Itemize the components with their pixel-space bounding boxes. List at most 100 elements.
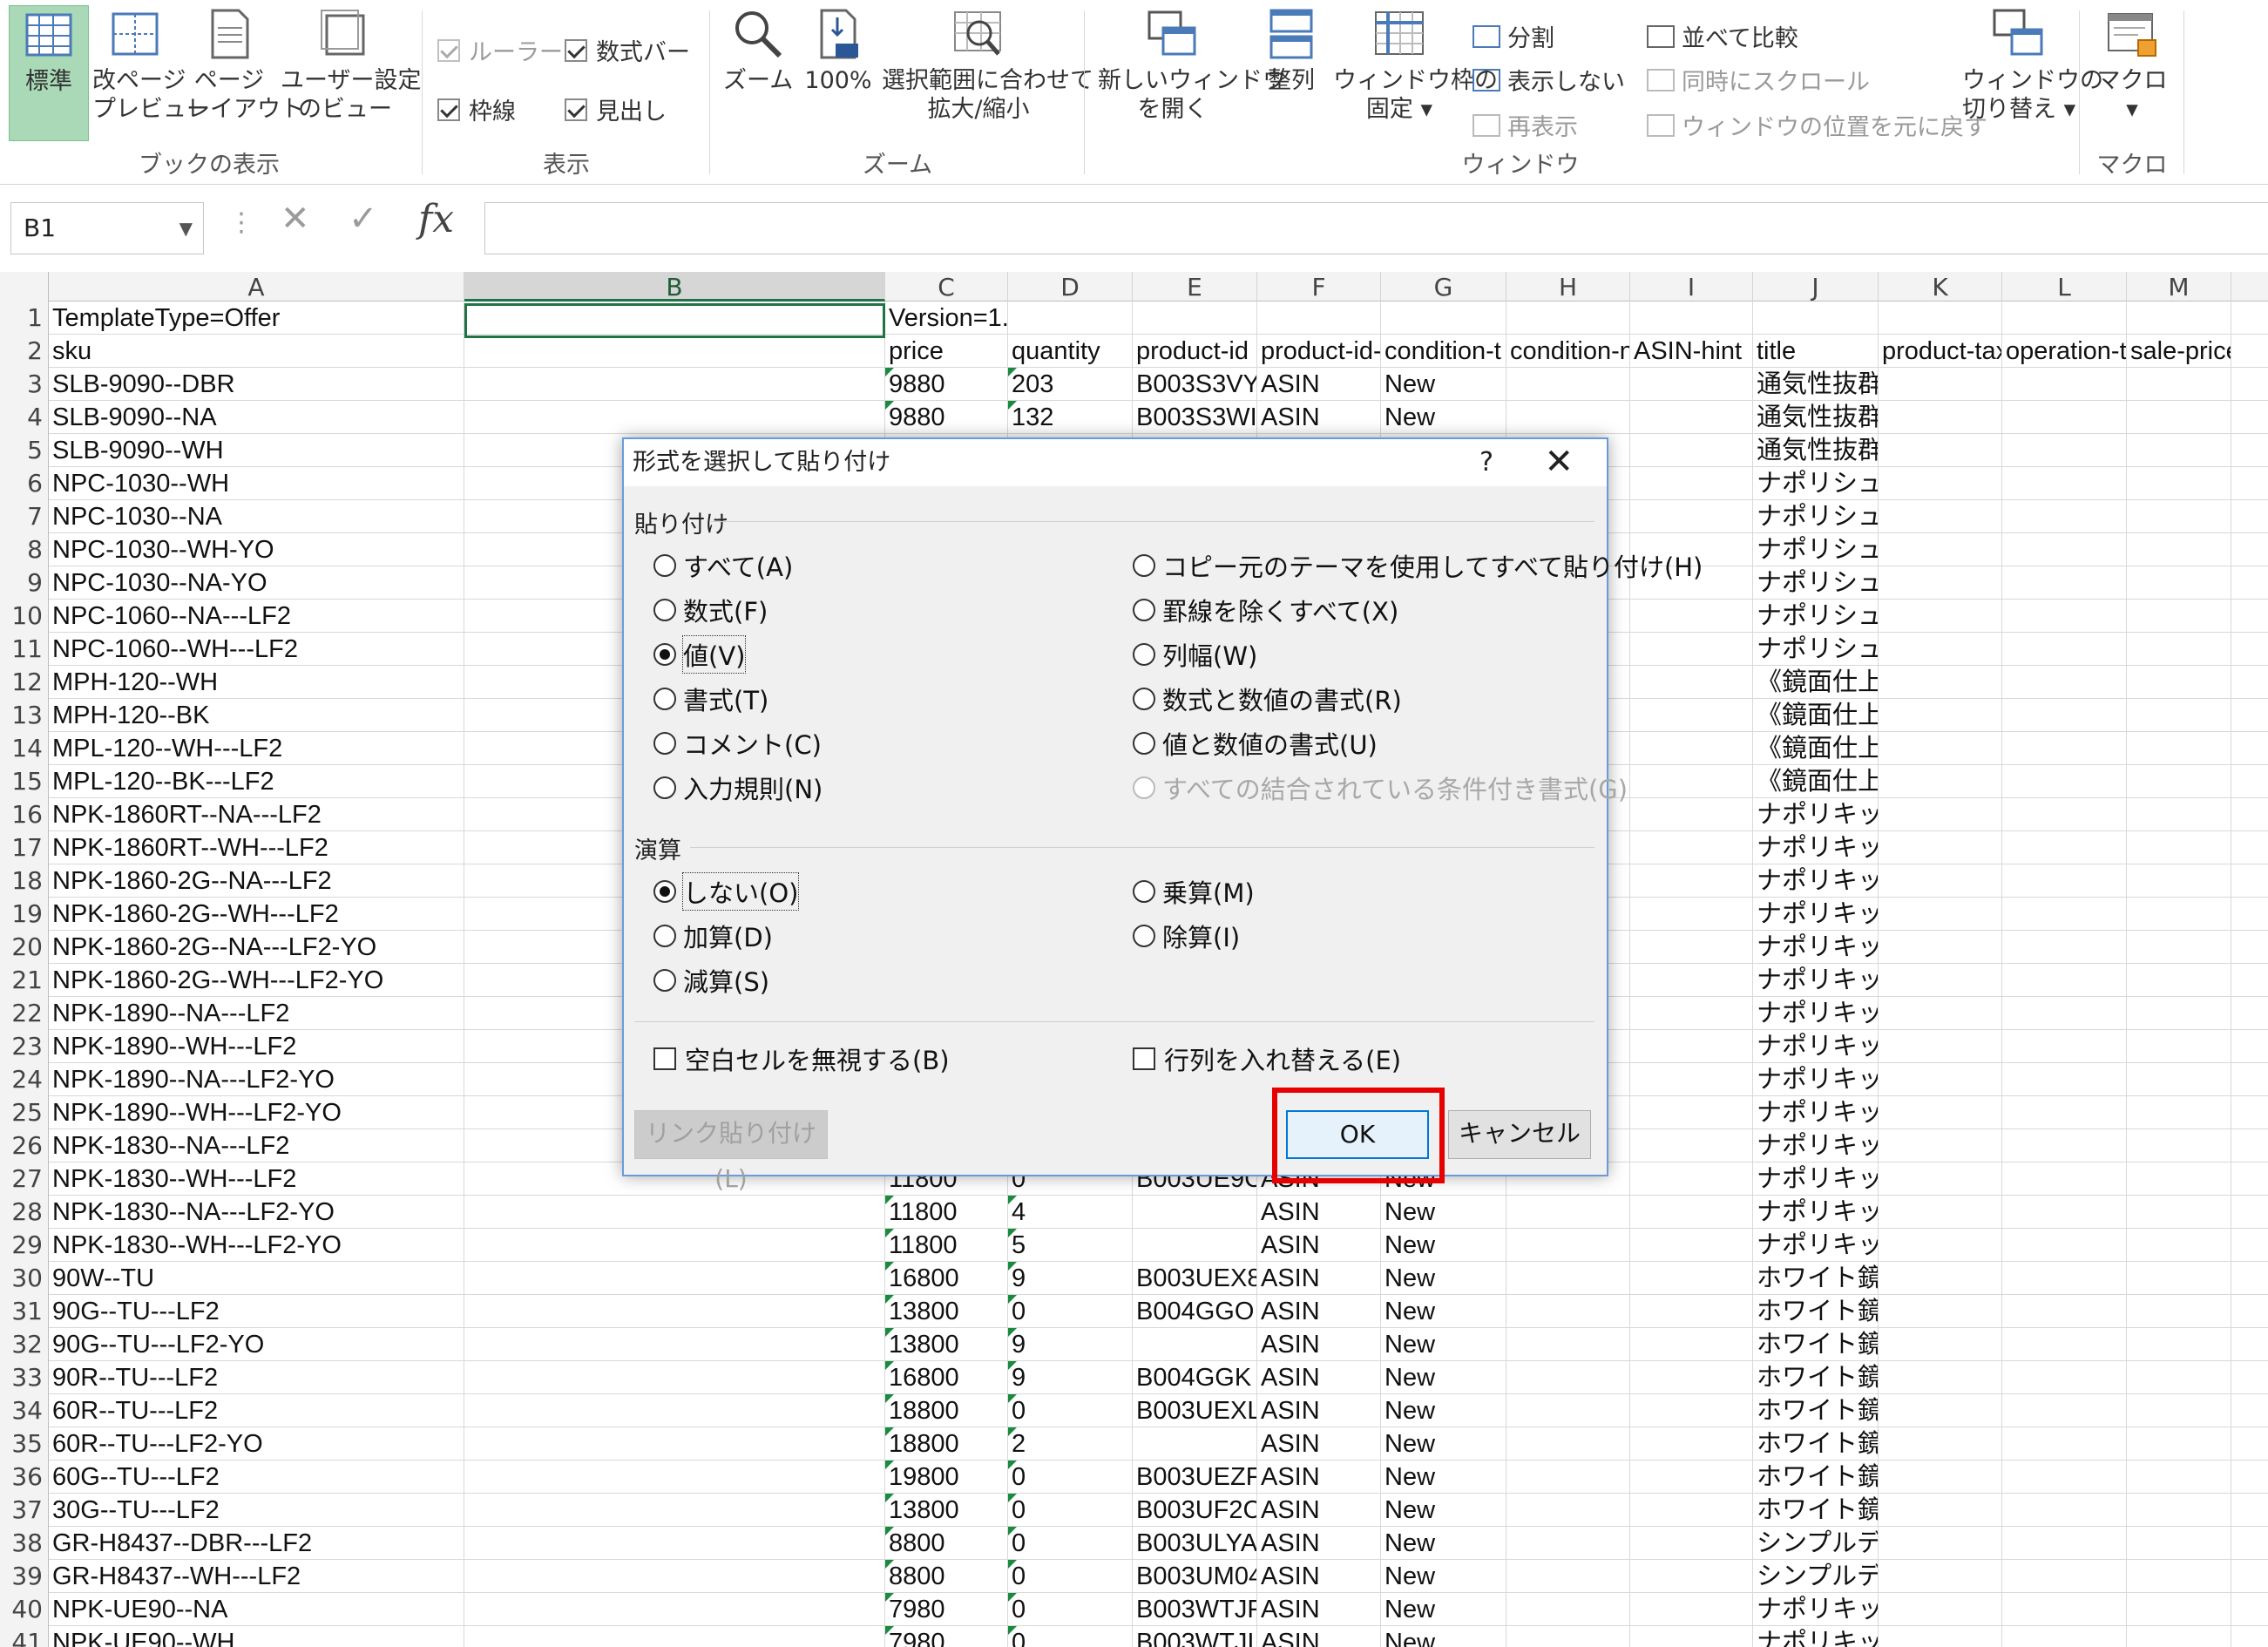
cell-c[interactable]: 8800 bbox=[885, 1560, 1008, 1593]
cell-m[interactable] bbox=[2127, 699, 2231, 732]
cell-a[interactable]: NPK-1860-2G--WH---LF2 bbox=[49, 898, 464, 931]
cell-i[interactable] bbox=[1630, 368, 1753, 401]
column-header-e[interactable]: E bbox=[1133, 272, 1257, 302]
row-header[interactable]: 37 bbox=[0, 1494, 49, 1527]
cell-a[interactable]: SLB-9090--NA bbox=[49, 401, 464, 434]
cell-j[interactable]: シンプルデ bbox=[1753, 1560, 1879, 1593]
row-header[interactable]: 32 bbox=[0, 1328, 49, 1361]
cell-j[interactable]: 通気性抜群 bbox=[1753, 368, 1879, 401]
cell-m[interactable] bbox=[2127, 1427, 2231, 1461]
cell-i[interactable] bbox=[1630, 1461, 1753, 1494]
cell-g[interactable]: New bbox=[1381, 1229, 1506, 1262]
operation-option-left-0[interactable]: しない(O) bbox=[653, 872, 800, 911]
cell-i[interactable] bbox=[1630, 1030, 1753, 1063]
cell-a[interactable]: NPK-1860-2G--WH---LF2-YO bbox=[49, 964, 464, 997]
cell-j[interactable] bbox=[1753, 302, 1879, 335]
cell-j[interactable]: ホワイト鏡 bbox=[1753, 1328, 1879, 1361]
cell-h[interactable] bbox=[1506, 1527, 1630, 1560]
cell-g[interactable]: New bbox=[1381, 1196, 1506, 1229]
cell-k[interactable] bbox=[1879, 566, 2002, 600]
cell-k[interactable] bbox=[1879, 864, 2002, 898]
cell-i[interactable] bbox=[1630, 1096, 1753, 1129]
row-header[interactable]: 21 bbox=[0, 964, 49, 997]
cell-j[interactable]: ホワイト鏡 bbox=[1753, 1427, 1879, 1461]
cell-l[interactable] bbox=[2002, 1593, 2127, 1626]
cell-l[interactable] bbox=[2002, 1361, 2127, 1394]
ruler-checkbox[interactable]: ルーラー bbox=[437, 33, 563, 67]
skip-blanks-checkbox[interactable]: 空白セルを無視する(B) bbox=[653, 1040, 950, 1077]
cell-m[interactable] bbox=[2127, 566, 2231, 600]
cell-l[interactable] bbox=[2002, 1196, 2127, 1229]
cell-a[interactable]: NPK-1830--NA---LF2 bbox=[49, 1129, 464, 1162]
cell-m[interactable] bbox=[2127, 964, 2231, 997]
cell-l[interactable] bbox=[2002, 1030, 2127, 1063]
cell-j[interactable]: 《鏡面仕上 bbox=[1753, 699, 1879, 732]
cell-h[interactable] bbox=[1506, 1361, 1630, 1394]
cell-i[interactable] bbox=[1630, 1361, 1753, 1394]
row-header[interactable]: 33 bbox=[0, 1361, 49, 1394]
cell-d[interactable]: 9 bbox=[1008, 1328, 1133, 1361]
cell-c[interactable]: 13800 bbox=[885, 1295, 1008, 1328]
cell-i[interactable] bbox=[1630, 666, 1753, 699]
cell-a[interactable]: 90W--TU bbox=[49, 1262, 464, 1295]
cell-b[interactable] bbox=[464, 1560, 885, 1593]
paste-option-right-1[interactable]: 罫線を除くすべて(X) bbox=[1133, 592, 1398, 628]
cell-j[interactable]: 《鏡面仕上 bbox=[1753, 765, 1879, 798]
cell-k[interactable] bbox=[1879, 1063, 2002, 1096]
cell-h[interactable] bbox=[1506, 1196, 1630, 1229]
cell-g[interactable]: condition-t bbox=[1381, 335, 1506, 368]
row-header[interactable]: 35 bbox=[0, 1427, 49, 1461]
cell-b[interactable] bbox=[464, 1527, 885, 1560]
cell-j[interactable]: ナポリシュ bbox=[1753, 633, 1879, 666]
row-header[interactable]: 5 bbox=[0, 434, 49, 467]
cell-i[interactable] bbox=[1630, 500, 1753, 533]
cell-k[interactable] bbox=[1879, 1030, 2002, 1063]
cell-k[interactable] bbox=[1879, 1394, 2002, 1427]
cell-j[interactable]: ホワイト鏡 bbox=[1753, 1262, 1879, 1295]
cell-e[interactable]: B003ULYA bbox=[1133, 1527, 1257, 1560]
zoom-100-button[interactable]: 100% bbox=[802, 5, 875, 95]
cell-d[interactable]: 0 bbox=[1008, 1626, 1133, 1647]
cell-b[interactable] bbox=[464, 1394, 885, 1427]
cell-a[interactable]: NPC-1030--WH bbox=[49, 467, 464, 500]
name-box[interactable]: B1 ▼ bbox=[10, 202, 204, 254]
cell-m[interactable] bbox=[2127, 666, 2231, 699]
transpose-checkbox[interactable]: 行列を入れ替える(E) bbox=[1133, 1040, 1401, 1077]
row-header[interactable]: 13 bbox=[0, 699, 49, 732]
cell-m[interactable] bbox=[2127, 798, 2231, 831]
cell-i[interactable] bbox=[1630, 1427, 1753, 1461]
paste-option-left-0[interactable]: すべて(A) bbox=[653, 547, 793, 584]
row-header[interactable]: 18 bbox=[0, 864, 49, 898]
cell-k[interactable] bbox=[1879, 1196, 2002, 1229]
cell-i[interactable] bbox=[1630, 1593, 1753, 1626]
cell-b[interactable] bbox=[464, 1593, 885, 1626]
row-header[interactable]: 7 bbox=[0, 500, 49, 533]
cell-m[interactable] bbox=[2127, 831, 2231, 864]
cell-i[interactable] bbox=[1630, 600, 1753, 633]
cell-i[interactable] bbox=[1630, 732, 1753, 765]
cell-k[interactable] bbox=[1879, 1229, 2002, 1262]
close-button[interactable]: ✕ bbox=[1544, 441, 1574, 483]
cell-b[interactable] bbox=[464, 302, 885, 335]
cell-h[interactable] bbox=[1506, 1494, 1630, 1527]
cell-j[interactable]: ナポリキッ bbox=[1753, 1196, 1879, 1229]
cell-a[interactable]: MPL-120--BK---LF2 bbox=[49, 765, 464, 798]
cell-m[interactable] bbox=[2127, 1196, 2231, 1229]
macro-button[interactable]: マクロ ▾ bbox=[2093, 5, 2171, 124]
cell-a[interactable]: GR-H8437--DBR---LF2 bbox=[49, 1527, 464, 1560]
cell-i[interactable] bbox=[1630, 1063, 1753, 1096]
cell-a[interactable]: SLB-9090--WH bbox=[49, 434, 464, 467]
cell-a[interactable]: NPK-1830--WH---LF2 bbox=[49, 1162, 464, 1196]
row-header[interactable]: 16 bbox=[0, 798, 49, 831]
row-header[interactable]: 8 bbox=[0, 533, 49, 566]
cell-j[interactable]: ナポリキッ bbox=[1753, 1129, 1879, 1162]
cell-j[interactable]: ナポリキッ bbox=[1753, 1030, 1879, 1063]
formula-input[interactable] bbox=[484, 202, 2268, 254]
cell-e[interactable]: B003UM04 bbox=[1133, 1560, 1257, 1593]
cell-c[interactable]: 19800 bbox=[885, 1461, 1008, 1494]
cell-f[interactable]: product-id- bbox=[1257, 335, 1381, 368]
cell-j[interactable]: ナポリシュ bbox=[1753, 500, 1879, 533]
cell-j[interactable]: 通気性抜群 bbox=[1753, 434, 1879, 467]
cell-g[interactable]: New bbox=[1381, 1593, 1506, 1626]
cell-i[interactable] bbox=[1630, 1295, 1753, 1328]
